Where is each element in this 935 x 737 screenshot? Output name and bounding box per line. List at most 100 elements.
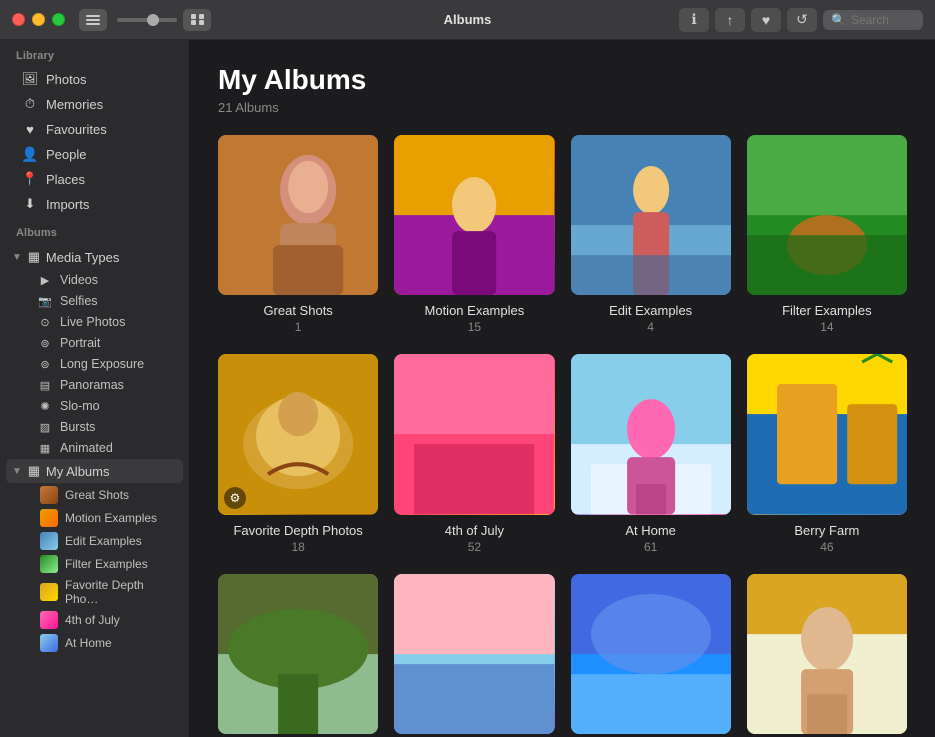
videos-icon: ▶ — [38, 273, 52, 287]
sidebar-item-favourites[interactable]: ♥ Favourites — [6, 117, 183, 141]
sidebar-item-portrait[interactable]: ⊚ Portrait — [6, 333, 183, 353]
sidebar-item-places[interactable]: 📍 Places — [6, 167, 183, 191]
albums-section-label: Albums — [0, 217, 189, 243]
sidebar-item-photos[interactable]: 🖼 Photos — [6, 67, 183, 91]
sidebar-item-slo-mo[interactable]: ✺ Slo-mo — [6, 396, 183, 416]
album-cell-4th-of-july[interactable]: 4th of July 52 — [394, 354, 554, 553]
sidebar-album-edit-examples[interactable]: Edit Examples — [6, 530, 183, 552]
videos-label: Videos — [60, 273, 98, 287]
sidebar-item-imports[interactable]: ⬇ Imports — [6, 192, 183, 216]
album-cover-berry-farm — [747, 354, 907, 514]
album-cell-edit-examples[interactable]: Edit Examples 4 — [571, 135, 731, 334]
album-cover-filter-examples — [747, 135, 907, 295]
sidebar-item-live-photos[interactable]: ⊙ Live Photos — [6, 312, 183, 332]
album-cell-12[interactable] — [747, 574, 907, 737]
my-albums-chevron: ▼ — [12, 466, 22, 477]
zoom-slider[interactable] — [117, 18, 177, 22]
album-name-great-shots: Great Shots — [263, 303, 332, 318]
page-title: My Albums — [218, 64, 907, 96]
favorite-depth-thumb — [40, 583, 58, 601]
sidebar-item-selfies[interactable]: 📷 Selfies — [6, 291, 183, 311]
at-home-sidebar-label: At Home — [65, 636, 112, 650]
album-cell-motion-examples[interactable]: Motion Examples 15 — [394, 135, 554, 334]
album-cell-11[interactable] — [571, 574, 731, 737]
filter-examples-thumb — [40, 555, 58, 573]
album-name-favorite-depth: Favorite Depth Photos — [233, 523, 362, 538]
sidebar-item-bursts[interactable]: ▨ Bursts — [6, 417, 183, 437]
sidebar-album-great-shots[interactable]: Great Shots — [6, 484, 183, 506]
close-button[interactable] — [12, 13, 25, 26]
sidebar-album-filter-examples[interactable]: Filter Examples — [6, 553, 183, 575]
minimize-button[interactable] — [32, 13, 45, 26]
my-albums-header[interactable]: ▼ ▦ My Albums — [6, 459, 183, 483]
sidebar-item-memories[interactable]: ⏱ Memories — [6, 92, 183, 116]
memories-icon: ⏱ — [22, 96, 38, 112]
album-cover-9 — [218, 574, 378, 734]
album-num-at-home: 61 — [644, 540, 657, 554]
search-box[interactable]: 🔍 — [823, 10, 923, 30]
sidebar-item-people[interactable]: 👤 People — [6, 142, 183, 166]
people-label: People — [46, 147, 167, 162]
sidebar-album-favorite-depth[interactable]: Favorite Depth Pho… — [6, 576, 183, 608]
sidebar-album-at-home[interactable]: At Home — [6, 632, 183, 654]
maximize-button[interactable] — [52, 13, 65, 26]
gear-icon-overlay: ⚙ — [224, 487, 246, 509]
album-cell-9[interactable] — [218, 574, 378, 737]
sidebar-album-4th-of-july[interactable]: 4th of July — [6, 609, 183, 631]
panoramas-label: Panoramas — [60, 378, 124, 392]
filter-examples-sidebar-label: Filter Examples — [65, 557, 148, 571]
info-button[interactable]: ℹ — [679, 8, 709, 32]
album-cell-great-shots[interactable]: Great Shots 1 — [218, 135, 378, 334]
share-button[interactable]: ↑ — [715, 8, 745, 32]
people-icon: 👤 — [22, 146, 38, 162]
album-cell-favorite-depth[interactable]: ⚙ Favorite Depth Photos 18 — [218, 354, 378, 553]
library-section-label: Library — [0, 40, 189, 66]
bursts-label: Bursts — [60, 420, 95, 434]
album-num-4th-of-july: 52 — [468, 540, 481, 554]
media-types-header[interactable]: ▼ ▦ Media Types — [6, 245, 183, 269]
sidebar-item-long-exposure[interactable]: ⊚ Long Exposure — [6, 354, 183, 374]
sidebar-item-animated[interactable]: ▦ Animated — [6, 438, 183, 458]
at-home-thumb — [40, 634, 58, 652]
sidebar-toggle-button[interactable] — [79, 9, 107, 31]
sidebar-item-panoramas[interactable]: ▤ Panoramas — [6, 375, 183, 395]
heart-button[interactable]: ♥ — [751, 8, 781, 32]
imports-label: Imports — [46, 197, 167, 212]
live-photos-label: Live Photos — [60, 315, 125, 329]
main-content: My Albums 21 Albums Great Shots 1 — [190, 40, 935, 737]
long-exposure-label: Long Exposure — [60, 357, 144, 371]
live-photos-icon: ⊙ — [38, 315, 52, 329]
sidebar-album-motion-examples[interactable]: Motion Examples — [6, 507, 183, 529]
album-cover-favorite-depth: ⚙ — [218, 354, 378, 514]
album-num-filter-examples: 14 — [820, 320, 833, 334]
search-input[interactable] — [851, 13, 916, 27]
rotate-button[interactable]: ↺ — [787, 8, 817, 32]
motion-examples-thumb — [40, 509, 58, 527]
favourites-label: Favourites — [46, 122, 167, 137]
slo-mo-label: Slo-mo — [60, 399, 100, 413]
media-types-group: ▼ ▦ Media Types ▶ Videos 📷 Selfies ⊙ Liv… — [0, 245, 189, 458]
great-shots-sidebar-label: Great Shots — [65, 488, 129, 502]
sidebar-item-videos[interactable]: ▶ Videos — [6, 270, 183, 290]
titlebar-controls — [79, 9, 211, 31]
album-cell-filter-examples[interactable]: Filter Examples 14 — [747, 135, 907, 334]
album-cover-motion-examples — [394, 135, 554, 295]
album-cover-great-shots — [218, 135, 378, 295]
media-types-chevron: ▼ — [12, 252, 22, 263]
portrait-label: Portrait — [60, 336, 100, 350]
titlebar: Albums ℹ ↑ ♥ ↺ 🔍 — [0, 0, 935, 40]
album-cover-10 — [394, 574, 554, 734]
grid-view-button[interactable] — [183, 9, 211, 31]
slo-mo-icon: ✺ — [38, 399, 52, 413]
album-name-4th-of-july: 4th of July — [445, 523, 504, 538]
album-cell-berry-farm[interactable]: Berry Farm 46 — [747, 354, 907, 553]
app-body: Library 🖼 Photos ⏱ Memories ♥ Favourites… — [0, 40, 935, 737]
album-cell-at-home[interactable]: At Home 61 — [571, 354, 731, 553]
album-cell-10[interactable] — [394, 574, 554, 737]
animated-label: Animated — [60, 441, 113, 455]
album-name-motion-examples: Motion Examples — [425, 303, 525, 318]
search-icon: 🔍 — [831, 13, 846, 27]
album-cover-edit-examples — [571, 135, 731, 295]
favourites-icon: ♥ — [22, 121, 38, 137]
my-albums-group: ▼ ▦ My Albums Great Shots Motion Example… — [0, 459, 189, 654]
